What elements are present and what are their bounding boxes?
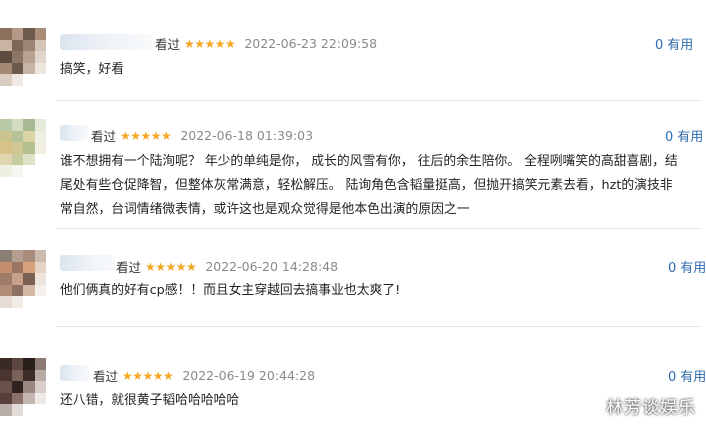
username[interactable] [60, 125, 88, 141]
review-text: 搞笑，好看 [60, 62, 124, 77]
useful-count: 0 [668, 370, 677, 385]
review-meta: 看过 ★★★★★ 2022-06-19 20:44:28 [93, 366, 315, 385]
avatar[interactable] [0, 358, 46, 416]
review-text: 他们俩真的好有cp感！！而且女主穿越回去搞事业也太爽了! [60, 283, 401, 298]
username[interactable] [60, 255, 115, 271]
useful-label: 有用 [677, 130, 704, 145]
useful-count: 0 [665, 130, 674, 145]
avatar[interactable] [0, 28, 46, 86]
username[interactable] [60, 34, 152, 50]
seen-label: 看过 [91, 129, 117, 144]
review-date: 2022-06-20 14:28:48 [205, 259, 339, 274]
review-meta: 看过 ★★★★★ 2022-06-18 01:39:03 [91, 126, 313, 145]
star-rating-icon: ★★★★★ [120, 128, 172, 143]
useful-button[interactable]: 0 有用 [668, 257, 706, 276]
divider [56, 228, 702, 229]
avatar[interactable] [0, 250, 46, 308]
useful-label: 有用 [680, 370, 706, 385]
username[interactable] [60, 365, 90, 381]
seen-label: 看过 [155, 37, 181, 52]
divider [56, 326, 702, 327]
review-meta: 看过 ★★★★★ 2022-06-20 14:28:48 [116, 257, 338, 276]
review-text: 谁不想拥有一个陆洵呢？ 年少的单纯是你， 成长的风雪有你， 往后的余生陪你。 全… [60, 154, 678, 217]
star-rating-icon: ★★★★★ [145, 259, 197, 274]
avatar[interactable] [0, 119, 46, 177]
useful-label: 有用 [680, 261, 706, 276]
star-rating-icon: ★★★★★ [122, 368, 174, 383]
useful-count: 0 [668, 261, 677, 276]
star-rating-icon: ★★★★★ [184, 36, 236, 51]
useful-button[interactable]: 0 有用 [668, 366, 706, 385]
useful-count: 0 [655, 38, 664, 53]
review-date: 2022-06-18 01:39:03 [180, 128, 314, 143]
divider [56, 100, 702, 101]
seen-label: 看过 [93, 369, 119, 384]
review-date: 2022-06-19 20:44:28 [182, 368, 316, 383]
watermark: 林芳谈娱乐 [606, 398, 696, 418]
seen-label: 看过 [116, 260, 142, 275]
review-date: 2022-06-23 22:09:58 [244, 36, 378, 51]
useful-label: 有用 [667, 38, 694, 53]
useful-button[interactable]: 0 有用 [655, 34, 693, 53]
review-text: 还八错，就很黄子韬哈哈哈哈哈 [60, 393, 240, 408]
review-meta: 看过 ★★★★★ 2022-06-23 22:09:58 [155, 34, 377, 53]
useful-button[interactable]: 0 有用 [665, 126, 703, 145]
